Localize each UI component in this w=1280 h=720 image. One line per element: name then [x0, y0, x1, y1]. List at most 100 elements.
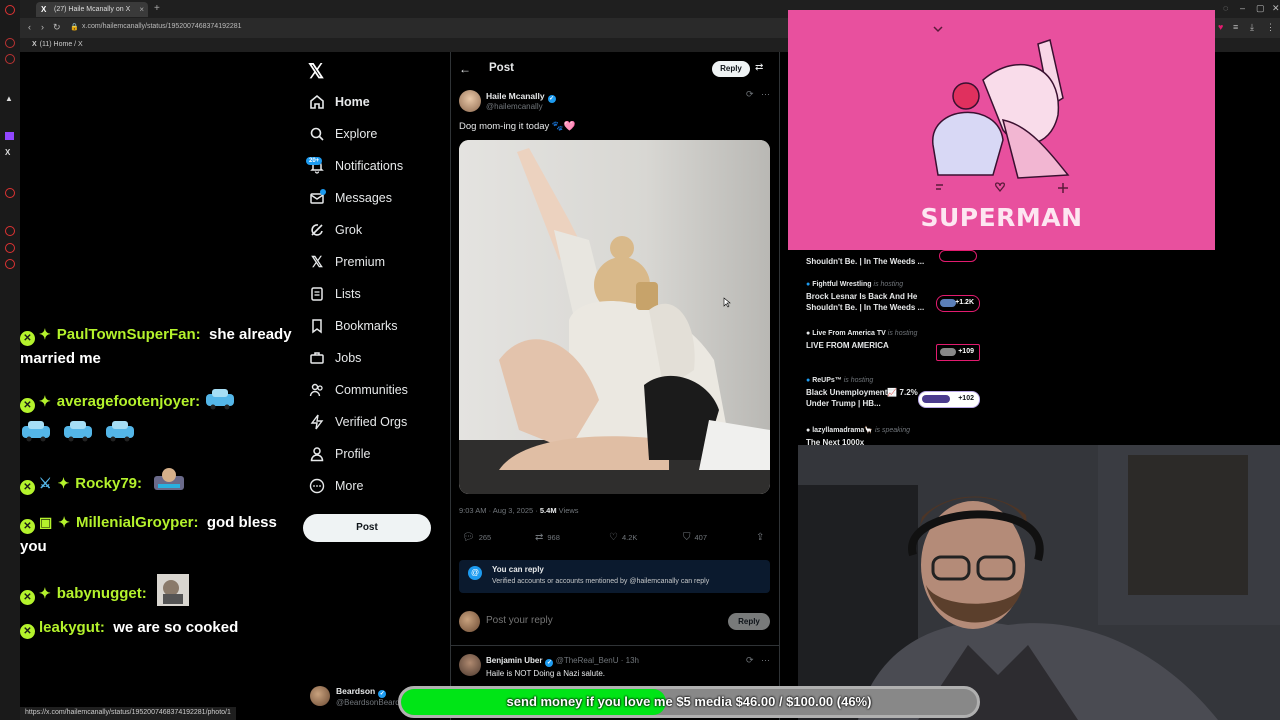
back-arrow-icon[interactable]: ← [459, 62, 471, 76]
reply-header-button[interactable]: Reply [712, 61, 750, 77]
nav-profile[interactable]: Profile [308, 442, 370, 466]
space-listen-button[interactable] [939, 250, 977, 262]
more-icon[interactable]: ⋮ [1266, 22, 1275, 33]
space-listen-button[interactable]: +1.2K [936, 295, 980, 312]
x-bookmark-icon: X [32, 41, 37, 48]
cursor-icon [723, 297, 731, 308]
share-action[interactable]: ⇪ [756, 532, 768, 543]
nav-bookmarks[interactable]: Bookmarks [308, 314, 398, 338]
verified-icon: ✓ [547, 95, 556, 103]
more-options-icon[interactable]: ⋯ [761, 655, 770, 666]
x-icon[interactable]: X [5, 148, 10, 157]
menu-icon[interactable]: ≡ [1233, 22, 1238, 32]
forward-icon[interactable]: › [41, 22, 44, 32]
reply-submit-button[interactable]: Reply [728, 613, 770, 630]
nav-jobs[interactable]: Jobs [308, 346, 361, 370]
donation-goal-text: send money if you love me $5 media $46.0… [506, 694, 872, 709]
x-logo[interactable]: 𝕏 [308, 59, 324, 84]
chat-badge-icon: ✦ [39, 326, 51, 342]
chat-username[interactable]: leakygut: [39, 619, 105, 636]
author-handle[interactable]: @hailemcanally [486, 102, 543, 111]
window-close-icon[interactable]: ✕ [1272, 3, 1280, 14]
chat-badge-icon: ✕ [20, 479, 35, 495]
sidebar-app-icon[interactable] [5, 226, 15, 236]
chat-username[interactable]: MillenialGroyper: [76, 514, 199, 531]
sidebar-app-icon[interactable] [5, 188, 15, 198]
reply-input[interactable] [486, 615, 706, 626]
nav-grok[interactable]: Grok [308, 218, 362, 242]
space-listen-button[interactable]: +109 [936, 344, 980, 361]
bookmark-icon [308, 317, 326, 335]
bookmark-item[interactable]: (11) Home / X [40, 41, 83, 48]
nav-label: Messages [335, 191, 392, 205]
sliders-icon[interactable]: ⇄ [755, 62, 763, 73]
reply-restriction-notice: @ You can reply Verified accounts or acc… [459, 560, 770, 593]
briefcase-icon [308, 349, 326, 367]
url-field[interactable]: x.com/hailemcanally/status/1952007468374… [82, 23, 242, 30]
grok-analyze-icon[interactable]: ⟳ [746, 655, 754, 666]
post-text: Dog mom-ing it today 🐾🩷 [459, 121, 576, 132]
chat-username[interactable]: averagefootenjoyer: [57, 393, 200, 410]
nav-verified-orgs[interactable]: Verified Orgs [308, 410, 407, 434]
reload-icon[interactable]: ↻ [53, 22, 61, 33]
repost-action[interactable]: ⇄ 968 [535, 532, 560, 543]
heart-icon[interactable]: ♥ [1218, 22, 1223, 32]
chat-badge-icon: ✦ [39, 392, 51, 409]
reply-text: Haile is NOT Doing a Nazi salute. [486, 669, 606, 678]
minimize-icon[interactable]: – [1240, 3, 1245, 13]
space-item[interactable]: ● ReUPs™ is hosting Black Unemployment📈 … [806, 377, 980, 409]
chat-username[interactable]: Rocky79: [75, 475, 142, 492]
chat-badge-icon: ✦ [58, 514, 70, 530]
settings-icon[interactable] [5, 259, 15, 269]
nav-communities[interactable]: Communities [308, 378, 408, 402]
grok-analyze-icon[interactable]: ⟳ [746, 89, 754, 100]
chat-badge-icon: ✕ [20, 331, 35, 346]
chat-message: ✕ leakygut: we are so cooked [20, 616, 300, 640]
close-icon[interactable]: × [139, 5, 144, 14]
reply-author-avatar[interactable] [459, 654, 481, 676]
extension-icon[interactable]: ◌ [1223, 3, 1228, 13]
chat-badge-icon: ✕ [20, 397, 35, 413]
chat-username[interactable]: PaulTownSuperFan: [57, 326, 201, 343]
sidebar-app-icon[interactable] [5, 54, 15, 64]
account-switcher[interactable]: Beardson ✓ @BeardsonBeard [310, 684, 400, 708]
reply-author[interactable]: Benjamin Uber ✓ @TheReal_BenU · 13h [486, 656, 639, 667]
bookmark-action[interactable]: ⛉ 407 [683, 532, 707, 543]
nav-label: Lists [335, 287, 361, 301]
chat-badge-icon: ✕ [20, 624, 35, 639]
space-item[interactable]: Shouldn't Be. | In The Weeds ... [806, 250, 980, 267]
download-icon[interactable]: ⤓ [1250, 22, 1254, 33]
maximize-icon[interactable]: ▢ [1256, 3, 1265, 14]
photo-emote-icon [156, 574, 189, 614]
chat-username[interactable]: babynugget: [57, 585, 147, 602]
nav-more[interactable]: More [308, 474, 363, 498]
space-host: ● Fightful Wrestling is hosting [806, 281, 904, 288]
post-button[interactable]: Post [303, 514, 431, 542]
sidebar-app-icon[interactable]: ▲ [5, 94, 13, 103]
twitch-icon[interactable] [5, 132, 14, 140]
nav-home[interactable]: Home [308, 90, 370, 114]
more-circle-icon [308, 477, 326, 495]
more-options-icon[interactable]: ⋯ [761, 89, 770, 100]
notice-body: Verified accounts or accounts mentioned … [492, 578, 710, 585]
space-listen-button[interactable]: +102 [918, 391, 980, 408]
browser-tab[interactable]: X (27) Haile Mcanally on X × [36, 2, 148, 17]
listener-avatars [940, 299, 956, 307]
sidebar-app-icon[interactable] [5, 38, 15, 48]
post-photo[interactable] [459, 140, 770, 494]
nav-explore[interactable]: Explore [308, 122, 377, 146]
author-avatar[interactable] [459, 90, 481, 112]
space-item[interactable]: ● Live From America TV is hosting LIVE F… [806, 330, 980, 361]
sidebar-app-icon[interactable] [5, 5, 15, 15]
space-item[interactable]: ● Fightful Wrestling is hosting Brock Le… [806, 281, 980, 313]
sidebar-app-icon[interactable] [5, 243, 15, 253]
reply-action[interactable]: 💬︎ 265 [462, 532, 491, 543]
nav-premium[interactable]: 𝕏 Premium [308, 250, 385, 274]
like-action[interactable]: ♡ 4.2K [609, 532, 637, 543]
avatar [310, 686, 330, 706]
nav-notifications[interactable]: Notifications [308, 154, 403, 178]
messages-unread-dot [320, 189, 326, 195]
back-icon[interactable]: ‹ [28, 22, 31, 32]
nav-lists[interactable]: Lists [308, 282, 361, 306]
new-tab-icon[interactable]: + [154, 3, 160, 14]
